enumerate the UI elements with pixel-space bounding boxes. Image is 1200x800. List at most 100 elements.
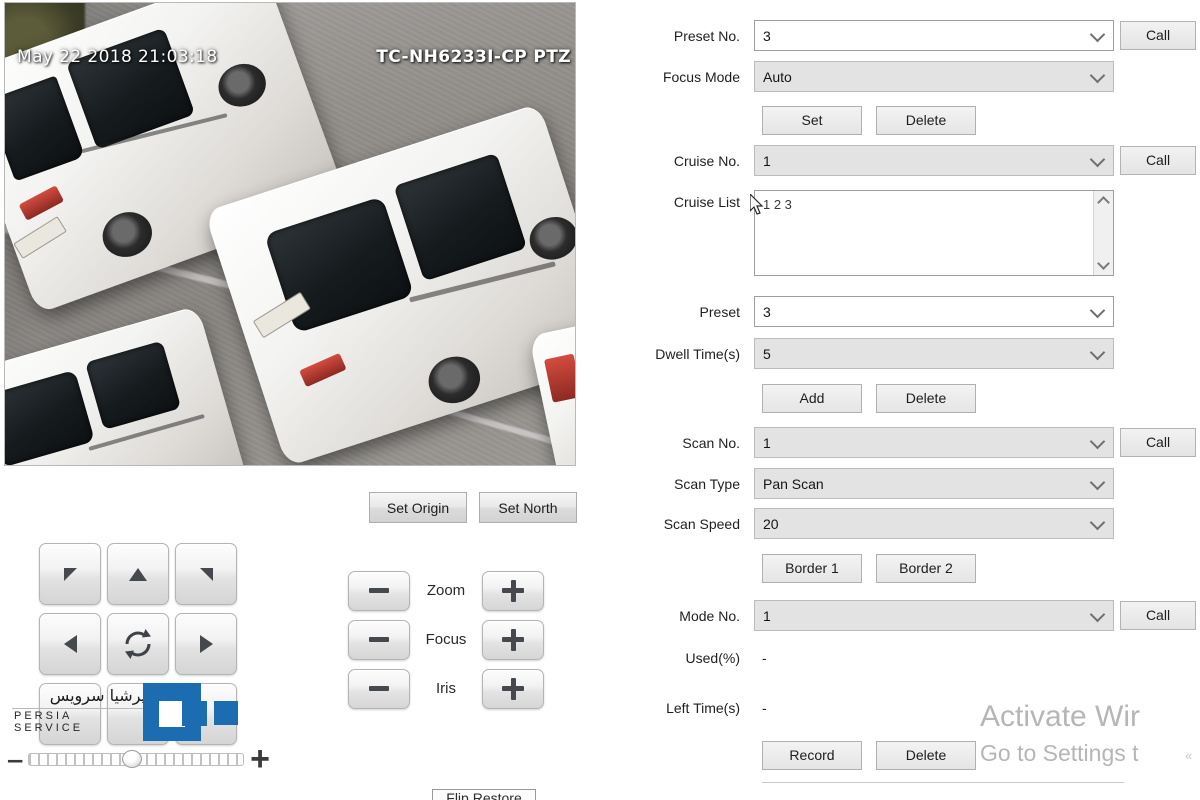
- chevron-down-icon: [1089, 433, 1106, 449]
- cruise-list-scrollbar[interactable]: [1093, 191, 1113, 275]
- mode-call-button[interactable]: Call: [1120, 601, 1196, 630]
- focus-mode-row: Focus Mode Auto: [596, 61, 1114, 92]
- focus-mode-select[interactable]: Auto: [754, 61, 1114, 92]
- arrow-right-icon: [199, 635, 213, 653]
- scan-speed-select[interactable]: 20: [754, 508, 1114, 539]
- iris-control-row: Iris: [348, 664, 544, 713]
- cruise-no-row: Cruise No. 1 Call: [596, 145, 1196, 176]
- pan-left-button[interactable]: [39, 613, 101, 675]
- scan-no-value: 1: [763, 434, 771, 451]
- scan-speed-value: 20: [763, 515, 779, 532]
- scroll-down-icon[interactable]: [1097, 257, 1110, 270]
- used-percent-row: Used(%) -: [596, 650, 767, 666]
- scan-no-select[interactable]: 1: [754, 427, 1114, 458]
- preset-select[interactable]: 3: [754, 296, 1114, 327]
- focus-control-row: Focus: [348, 615, 544, 664]
- minus-icon: [369, 588, 389, 593]
- zoom-in-button[interactable]: [482, 570, 544, 611]
- live-video-preview[interactable]: May 22 2018 21:03:18 TC-NH6233I-CP PTZ: [4, 2, 576, 466]
- scan-type-label: Scan Type: [674, 475, 740, 492]
- chevron-down-icon: [1089, 302, 1106, 318]
- pan-up-left-button[interactable]: [39, 543, 101, 605]
- scan-call-button[interactable]: Call: [1120, 428, 1196, 457]
- video-camera-name: TC-NH6233I-CP PTZ: [376, 47, 571, 67]
- ptz-control-page: May 22 2018 21:03:18 TC-NH6233I-CP PTZ S…: [0, 0, 1200, 800]
- cruise-list-row: Cruise List 1 2 3: [596, 190, 1114, 276]
- dwell-time-value: 5: [763, 345, 771, 362]
- dwell-time-row: Dwell Time(s) 5: [596, 338, 1114, 369]
- arrow-up-icon: [129, 567, 147, 581]
- preset-action-buttons: Set Delete: [762, 106, 976, 135]
- arrow-left-icon: [63, 635, 77, 653]
- dwell-time-select[interactable]: 5: [754, 338, 1114, 369]
- logo-english-text: PERSIA SERVICE: [14, 710, 84, 734]
- preset-no-select[interactable]: 3: [754, 20, 1114, 51]
- scan-type-value: Pan Scan: [763, 475, 824, 492]
- preset-label: Preset: [699, 303, 740, 320]
- iris-open-button[interactable]: [482, 668, 544, 709]
- preset-value: 3: [763, 303, 771, 320]
- zoom-out-button[interactable]: [348, 570, 410, 611]
- border-2-button[interactable]: Border 2: [876, 554, 976, 583]
- arrow-up-right-icon: [199, 567, 213, 581]
- pan-right-button[interactable]: [175, 613, 237, 675]
- mouse-cursor: [750, 194, 764, 215]
- cruise-list-item[interactable]: 1 2 3: [763, 197, 1113, 212]
- cruise-list-label: Cruise List: [673, 194, 740, 210]
- dwell-time-label: Dwell Time(s): [655, 345, 740, 362]
- iris-close-button[interactable]: [348, 668, 410, 709]
- border-action-buttons: Border 1 Border 2: [762, 554, 976, 583]
- cruise-list-box[interactable]: 1 2 3: [754, 190, 1114, 276]
- preset-no-value: 3: [763, 27, 771, 44]
- scan-no-label: Scan No.: [682, 434, 740, 451]
- logo-square-small: [214, 701, 238, 725]
- speed-increase-icon[interactable]: +: [250, 742, 270, 776]
- zoom-label: Zoom: [426, 582, 466, 599]
- cruise-no-label: Cruise No.: [673, 152, 740, 169]
- form-bottom-divider: [762, 782, 1124, 783]
- preset-call-button[interactable]: Call: [1120, 21, 1196, 50]
- speed-decrease-icon[interactable]: ‒: [8, 746, 22, 772]
- preset-set-button[interactable]: Set: [762, 106, 862, 135]
- mode-delete-button[interactable]: Delete: [876, 741, 976, 770]
- mode-no-select[interactable]: 1: [754, 600, 1114, 631]
- ptz-settings-form: Preset No. 3 Call Focus Mode Auto Set De…: [596, 0, 1200, 800]
- chevron-down-icon: [1089, 67, 1106, 83]
- mode-record-button[interactable]: Record: [762, 741, 862, 770]
- chevron-down-icon: [1089, 474, 1106, 490]
- scroll-up-icon[interactable]: [1097, 196, 1110, 209]
- used-percent-label: Used(%): [685, 650, 740, 666]
- minus-icon: [369, 637, 389, 642]
- mode-no-label: Mode No.: [679, 607, 740, 624]
- left-time-label: Left Time(s): [666, 700, 740, 716]
- cruise-add-button[interactable]: Add: [762, 384, 862, 413]
- focus-near-button[interactable]: [348, 619, 410, 660]
- focus-far-button[interactable]: [482, 619, 544, 660]
- preset-no-row: Preset No. 3 Call: [596, 20, 1196, 51]
- cruise-call-button[interactable]: Call: [1120, 146, 1196, 175]
- set-north-button[interactable]: Set North: [479, 492, 577, 523]
- preset-delete-button[interactable]: Delete: [876, 106, 976, 135]
- set-origin-button[interactable]: Set Origin: [369, 492, 467, 523]
- speed-handle[interactable]: [122, 750, 143, 768]
- scan-type-row: Scan Type Pan Scan: [596, 468, 1114, 499]
- flip-restore-button[interactable]: Flip Restore: [432, 789, 536, 800]
- chevron-down-icon: [1089, 514, 1106, 530]
- focus-label: Focus: [425, 631, 467, 648]
- plus-icon: [502, 579, 524, 602]
- scan-type-select[interactable]: Pan Scan: [754, 468, 1114, 499]
- cruise-delete-button[interactable]: Delete: [876, 384, 976, 413]
- iris-label: Iris: [436, 680, 456, 697]
- pan-up-right-button[interactable]: [175, 543, 237, 605]
- border-1-button[interactable]: Border 1: [762, 554, 862, 583]
- logo-square-mid: [182, 701, 207, 726]
- pan-up-button[interactable]: [107, 543, 169, 605]
- scan-no-row: Scan No. 1 Call: [596, 427, 1196, 458]
- chevron-down-icon: [1089, 344, 1106, 360]
- auto-scan-button[interactable]: [107, 613, 169, 675]
- cruise-no-select[interactable]: 1: [754, 145, 1114, 176]
- mode-no-value: 1: [763, 607, 771, 624]
- cruise-action-buttons: Add Delete: [762, 384, 976, 413]
- chevron-down-icon: [1089, 26, 1106, 42]
- speed-track[interactable]: [28, 750, 245, 768]
